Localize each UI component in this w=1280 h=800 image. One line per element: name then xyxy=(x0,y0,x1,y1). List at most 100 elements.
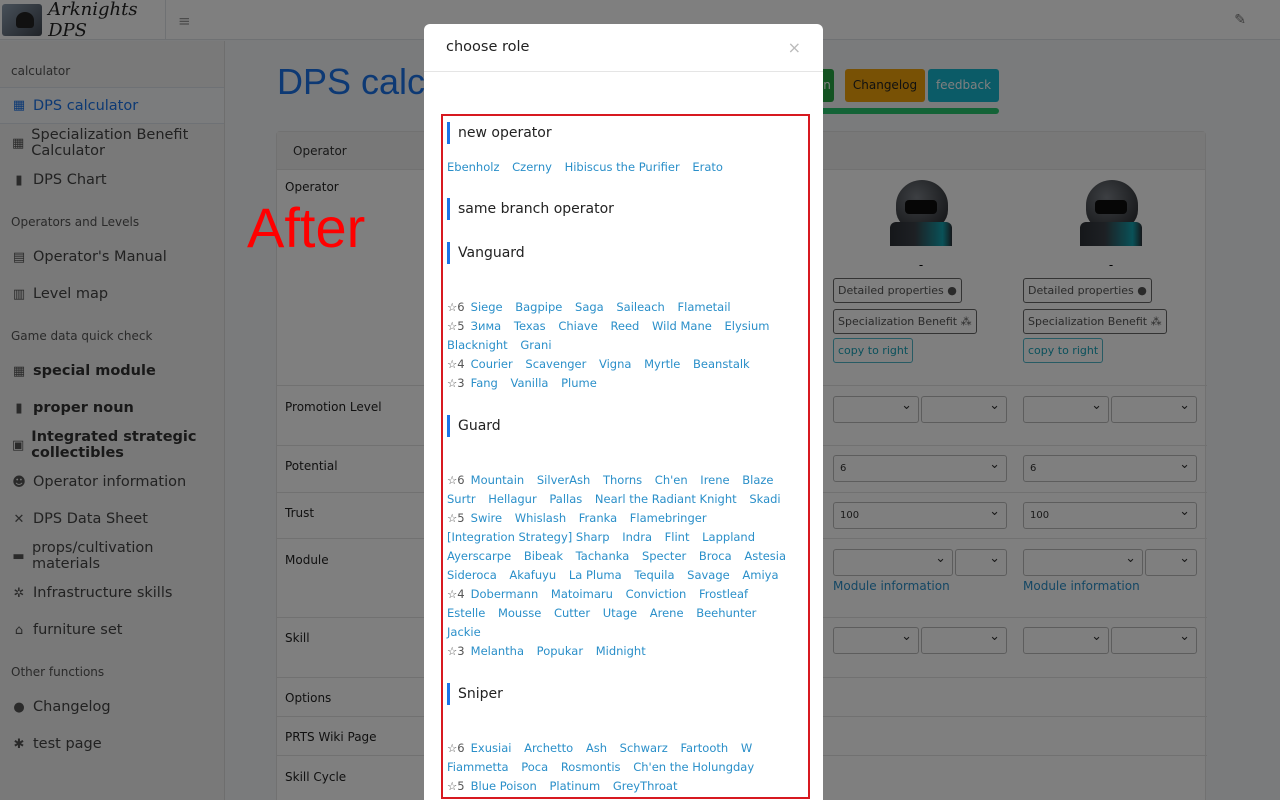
section-heading: Guard xyxy=(447,415,804,437)
operator-link[interactable]: Pallas xyxy=(549,492,582,506)
operator-link[interactable]: Skadi xyxy=(749,492,780,506)
operator-link[interactable]: Ash xyxy=(586,741,607,755)
operator-link[interactable]: Popukar xyxy=(537,644,583,658)
operator-link[interactable]: Texas xyxy=(514,319,546,333)
operator-link[interactable]: Saileach xyxy=(616,300,664,314)
operator-link[interactable]: Irene xyxy=(700,473,729,487)
operator-row: ☆3 Fang Vanilla Plume xyxy=(447,374,804,393)
operator-link[interactable]: Indra xyxy=(622,530,652,544)
operator-link[interactable]: Specter xyxy=(642,549,686,563)
rarity-star-label: ☆6 xyxy=(447,300,465,314)
operator-link[interactable]: Tequila xyxy=(634,568,674,582)
operator-row: ☆3 Melantha Popukar Midnight xyxy=(447,642,804,661)
operator-link[interactable]: Frostleaf xyxy=(699,587,748,601)
operator-link[interactable]: Saga xyxy=(575,300,604,314)
operator-link[interactable]: Flint xyxy=(665,530,690,544)
operator-link[interactable]: GreyThroat xyxy=(613,779,678,793)
operator-link[interactable]: Mountain xyxy=(471,473,525,487)
operator-link[interactable]: Exusiai xyxy=(471,741,512,755)
operator-link[interactable]: Thorns xyxy=(603,473,642,487)
close-icon[interactable]: × xyxy=(788,38,801,57)
operator-link[interactable]: La Pluma xyxy=(569,568,622,582)
operator-link[interactable]: Siege xyxy=(471,300,503,314)
operator-link[interactable]: Schwarz xyxy=(620,741,668,755)
rarity-star-label: ☆6 xyxy=(447,473,465,487)
operator-link[interactable]: Estelle xyxy=(447,606,485,620)
operator-link[interactable]: Bibeak xyxy=(524,549,563,563)
operator-link[interactable]: Blacknight xyxy=(447,338,508,352)
operator-link[interactable]: Platinum xyxy=(549,779,600,793)
operator-link[interactable]: Midnight xyxy=(596,644,646,658)
operator-link[interactable]: Lappland xyxy=(702,530,755,544)
rarity-star-label: ☆5 xyxy=(447,779,465,793)
operator-link[interactable]: Ch'en the Holungday xyxy=(633,760,754,774)
operator-link[interactable]: Utage xyxy=(603,606,637,620)
operator-link[interactable]: Rosmontis xyxy=(561,760,621,774)
operator-link[interactable]: Grani xyxy=(520,338,551,352)
operator-link[interactable]: Dobermann xyxy=(471,587,539,601)
operator-link[interactable]: Matoimaru xyxy=(551,587,613,601)
operator-link[interactable]: Broca xyxy=(699,549,732,563)
operator-link[interactable]: Archetto xyxy=(524,741,573,755)
operator-link[interactable]: Swire xyxy=(471,511,502,525)
operator-link[interactable]: Ch'en xyxy=(655,473,688,487)
operator-link[interactable]: Elysium xyxy=(724,319,769,333)
operator-link[interactable]: Czerny xyxy=(512,160,552,174)
operator-link[interactable]: Vigna xyxy=(599,357,631,371)
operator-link[interactable]: Fang xyxy=(471,376,498,390)
operator-link[interactable]: Scavenger xyxy=(525,357,586,371)
operator-link[interactable]: Whislash xyxy=(515,511,566,525)
operator-link[interactable]: Akafuyu xyxy=(509,568,556,582)
operator-link[interactable]: Blue Poison xyxy=(471,779,537,793)
operator-link[interactable]: Mousse xyxy=(498,606,541,620)
operator-link[interactable]: Savage xyxy=(687,568,730,582)
operator-link[interactable]: Franka xyxy=(579,511,617,525)
operator-link[interactable]: Amiya xyxy=(742,568,778,582)
operator-link[interactable]: Chiave xyxy=(558,319,597,333)
rarity-star-label: ☆4 xyxy=(447,587,465,601)
operator-link[interactable]: Poca xyxy=(521,760,548,774)
operator-link[interactable]: Vanilla xyxy=(511,376,549,390)
operator-link[interactable]: Fiammetta xyxy=(447,760,509,774)
choose-role-modal: choose role × new operator Ebenholz Czern… xyxy=(424,24,823,800)
operator-link[interactable]: Sideroca xyxy=(447,568,497,582)
operator-link[interactable]: Wild Mane xyxy=(652,319,712,333)
operator-link[interactable]: Bagpipe xyxy=(515,300,562,314)
modal-title: choose role xyxy=(446,39,530,55)
operator-link[interactable]: Blaze xyxy=(742,473,773,487)
operator-link[interactable]: Jackie xyxy=(447,625,481,639)
operator-link[interactable]: Surtr xyxy=(447,492,476,506)
operator-link[interactable]: Hibiscus the Purifier xyxy=(565,160,680,174)
operator-link[interactable]: Cutter xyxy=(554,606,590,620)
operator-link[interactable]: Courier xyxy=(471,357,513,371)
operator-link[interactable]: Melantha xyxy=(471,644,524,658)
operator-link[interactable]: Arene xyxy=(650,606,684,620)
operator-link[interactable]: Зима xyxy=(471,319,502,333)
operator-link[interactable]: [Integrated Strategy] Stormeye xyxy=(447,798,628,799)
operator-link[interactable]: Ayerscarpe xyxy=(447,549,511,563)
operator-link[interactable]: Flametail xyxy=(678,300,731,314)
rarity-star-label: ☆5 xyxy=(447,511,465,525)
operator-link[interactable]: [Integration Strategy] Sharp xyxy=(447,530,610,544)
operator-row: ☆5 Зима Texas Chiave Reed Wild Mane Elysi… xyxy=(447,317,804,355)
operator-link[interactable]: Fartooth xyxy=(680,741,728,755)
operator-row: ☆6 Mountain SilverAsh Thorns Ch'en Irene … xyxy=(447,471,804,509)
operator-link[interactable]: Beanstalk xyxy=(693,357,750,371)
rarity-star-label: ☆6 xyxy=(447,741,465,755)
operator-link[interactable]: SilverAsh xyxy=(537,473,590,487)
operator-link[interactable]: Astesia xyxy=(744,549,786,563)
operator-link[interactable]: Reed xyxy=(610,319,639,333)
operator-link[interactable]: Flamebringer xyxy=(630,511,707,525)
operator-link[interactable]: Nearl the Radiant Knight xyxy=(595,492,737,506)
operator-link[interactable]: Erato xyxy=(692,160,723,174)
operator-link[interactable]: Ebenholz xyxy=(447,160,500,174)
operator-link[interactable]: April xyxy=(641,798,667,799)
operator-link[interactable]: Myrtle xyxy=(644,357,680,371)
operator-link[interactable]: Hellagur xyxy=(488,492,536,506)
operator-link[interactable]: W xyxy=(741,741,752,755)
operator-link[interactable]: Conviction xyxy=(626,587,687,601)
operator-link[interactable]: Beehunter xyxy=(696,606,756,620)
operator-row: ☆6 Exusiai Archetto Ash Schwarz Fartooth … xyxy=(447,739,804,777)
operator-link[interactable]: Tachanka xyxy=(576,549,630,563)
operator-link[interactable]: Plume xyxy=(561,376,597,390)
